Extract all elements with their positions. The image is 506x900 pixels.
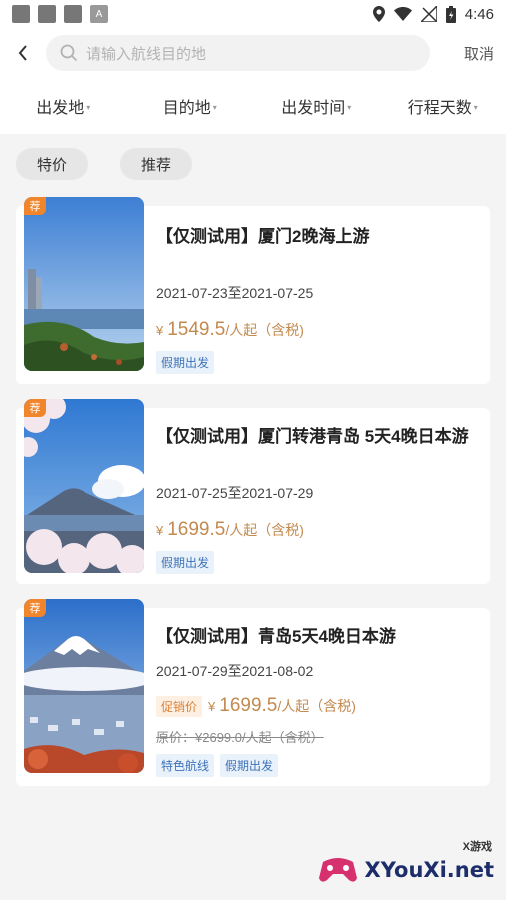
price-line: ¥ 1549.5 /人起（含税) (156, 319, 476, 341)
cruise-card[interactable]: 荐 【仅测试用】青岛5天4晚日本游 2021-07-29至2021-08-02 … (16, 599, 490, 786)
feature-label: 假期出发 (220, 754, 279, 777)
price-value: 1549.5 (167, 319, 226, 340)
currency-symbol: ¥ (156, 323, 164, 338)
caret-down-icon: ▾ (347, 102, 352, 112)
cruise-dates: 2021-07-25至2021-07-29 (156, 485, 314, 501)
status-bar: A 4:46 (0, 0, 506, 28)
wifi-icon (393, 7, 412, 21)
cruise-list: 荐 【仅测试用】厦门2晚海上游 2021-07-23至2021-07-25 ¥ … (0, 197, 506, 786)
filter-label: 出发时间 (281, 100, 346, 117)
clock-time: 4:46 (464, 5, 494, 23)
image-icon (38, 5, 56, 23)
cruise-title: 【仅测试用】青岛5天4晚日本游 (156, 627, 396, 646)
recommend-badge: 荐 (24, 399, 46, 417)
price-value: 1699.5 (219, 695, 278, 716)
font-icon: A (90, 5, 108, 23)
cruise-title: 【仅测试用】厦门2晚海上游 (156, 227, 370, 246)
location-icon (372, 6, 385, 22)
search-icon (60, 44, 78, 62)
chip-special-price[interactable]: 特价 (16, 148, 88, 180)
filter-label: 出发地 (36, 100, 85, 117)
filter-trip-days[interactable]: 行程天数 ▾ (380, 94, 506, 118)
filter-label: 目的地 (162, 100, 211, 117)
promo-badge: 促销价 (156, 695, 203, 717)
cruise-dates: 2021-07-29至2021-08-02 (156, 663, 314, 679)
price-line: ¥ 1699.5 /人起（含税) (156, 519, 476, 541)
caret-down-icon: ▾ (86, 102, 91, 112)
filter-bar: 出发地 ▾ 目的地 ▾ 出发时间 ▾ 行程天数 ▾ (0, 78, 506, 134)
feature-label: 假期出发 (156, 551, 215, 574)
price-suffix: /人起（含税) (277, 698, 356, 714)
price-suffix: /人起（含税) (225, 322, 304, 338)
price-value: 1699.5 (167, 519, 226, 540)
currency-symbol: ¥ (156, 523, 164, 538)
watermark-text: XYouXi.net (364, 858, 494, 882)
original-price: 原价：¥2699.0/人起（含税） (156, 730, 324, 745)
recommend-badge: 荐 (24, 599, 46, 617)
battery-icon (445, 5, 456, 23)
cruise-dates: 2021-07-23至2021-07-25 (156, 285, 314, 301)
cruise-card[interactable]: 荐 【仅测试用】厦门2晚海上游 2021-07-23至2021-07-25 ¥ … (16, 197, 490, 384)
search-input[interactable]: 请输入航线目的地 (46, 35, 430, 71)
cancel-button[interactable]: 取消 (464, 43, 494, 64)
filter-departure-time[interactable]: 出发时间 ▾ (253, 94, 380, 118)
filter-departure[interactable]: 出发地 ▾ (0, 94, 127, 118)
filter-destination[interactable]: 目的地 ▾ (127, 94, 254, 118)
back-button[interactable] (8, 38, 38, 68)
gamepad-logo-icon (318, 858, 357, 882)
cruise-title: 【仅测试用】厦门转港青岛 5天4晚日本游 (156, 427, 469, 446)
cruise-image-xiamen-coast: 荐 (24, 197, 144, 371)
feature-label: 特色航线 (156, 754, 215, 777)
caret-down-icon: ▾ (212, 102, 217, 112)
feature-label: 假期出发 (156, 351, 215, 374)
cruise-image-mount-fuji: 荐 (24, 599, 144, 773)
cruise-image-volcano-cherry: 荐 (24, 399, 144, 573)
price-line: 促销价 ¥ 1699.5 /人起（含税) (156, 695, 476, 717)
site-watermark: XYouXi.net X游戏 (317, 841, 494, 886)
search-header: 请输入航线目的地 取消 (0, 28, 506, 78)
search-placeholder: 请输入航线目的地 (86, 45, 207, 63)
chevron-left-icon (18, 45, 27, 61)
chip-recommended[interactable]: 推荐 (120, 148, 192, 180)
currency-symbol: ¥ (208, 698, 216, 714)
watermark-small-text: X游戏 (462, 841, 492, 853)
recommend-badge: 荐 (24, 197, 46, 215)
notification-icon (12, 5, 30, 23)
signal-off-icon (420, 6, 437, 22)
price-suffix: /人起（含税) (225, 522, 304, 538)
cruise-card[interactable]: 荐 【仅测试用】厦门转港青岛 5天4晚日本游 2021-07-25至2021-0… (16, 399, 490, 584)
filter-label: 行程天数 (407, 100, 472, 117)
caret-down-icon: ▾ (473, 102, 478, 112)
quick-filter-chips: 特价 推荐 (0, 134, 506, 192)
app-icon (64, 5, 82, 23)
